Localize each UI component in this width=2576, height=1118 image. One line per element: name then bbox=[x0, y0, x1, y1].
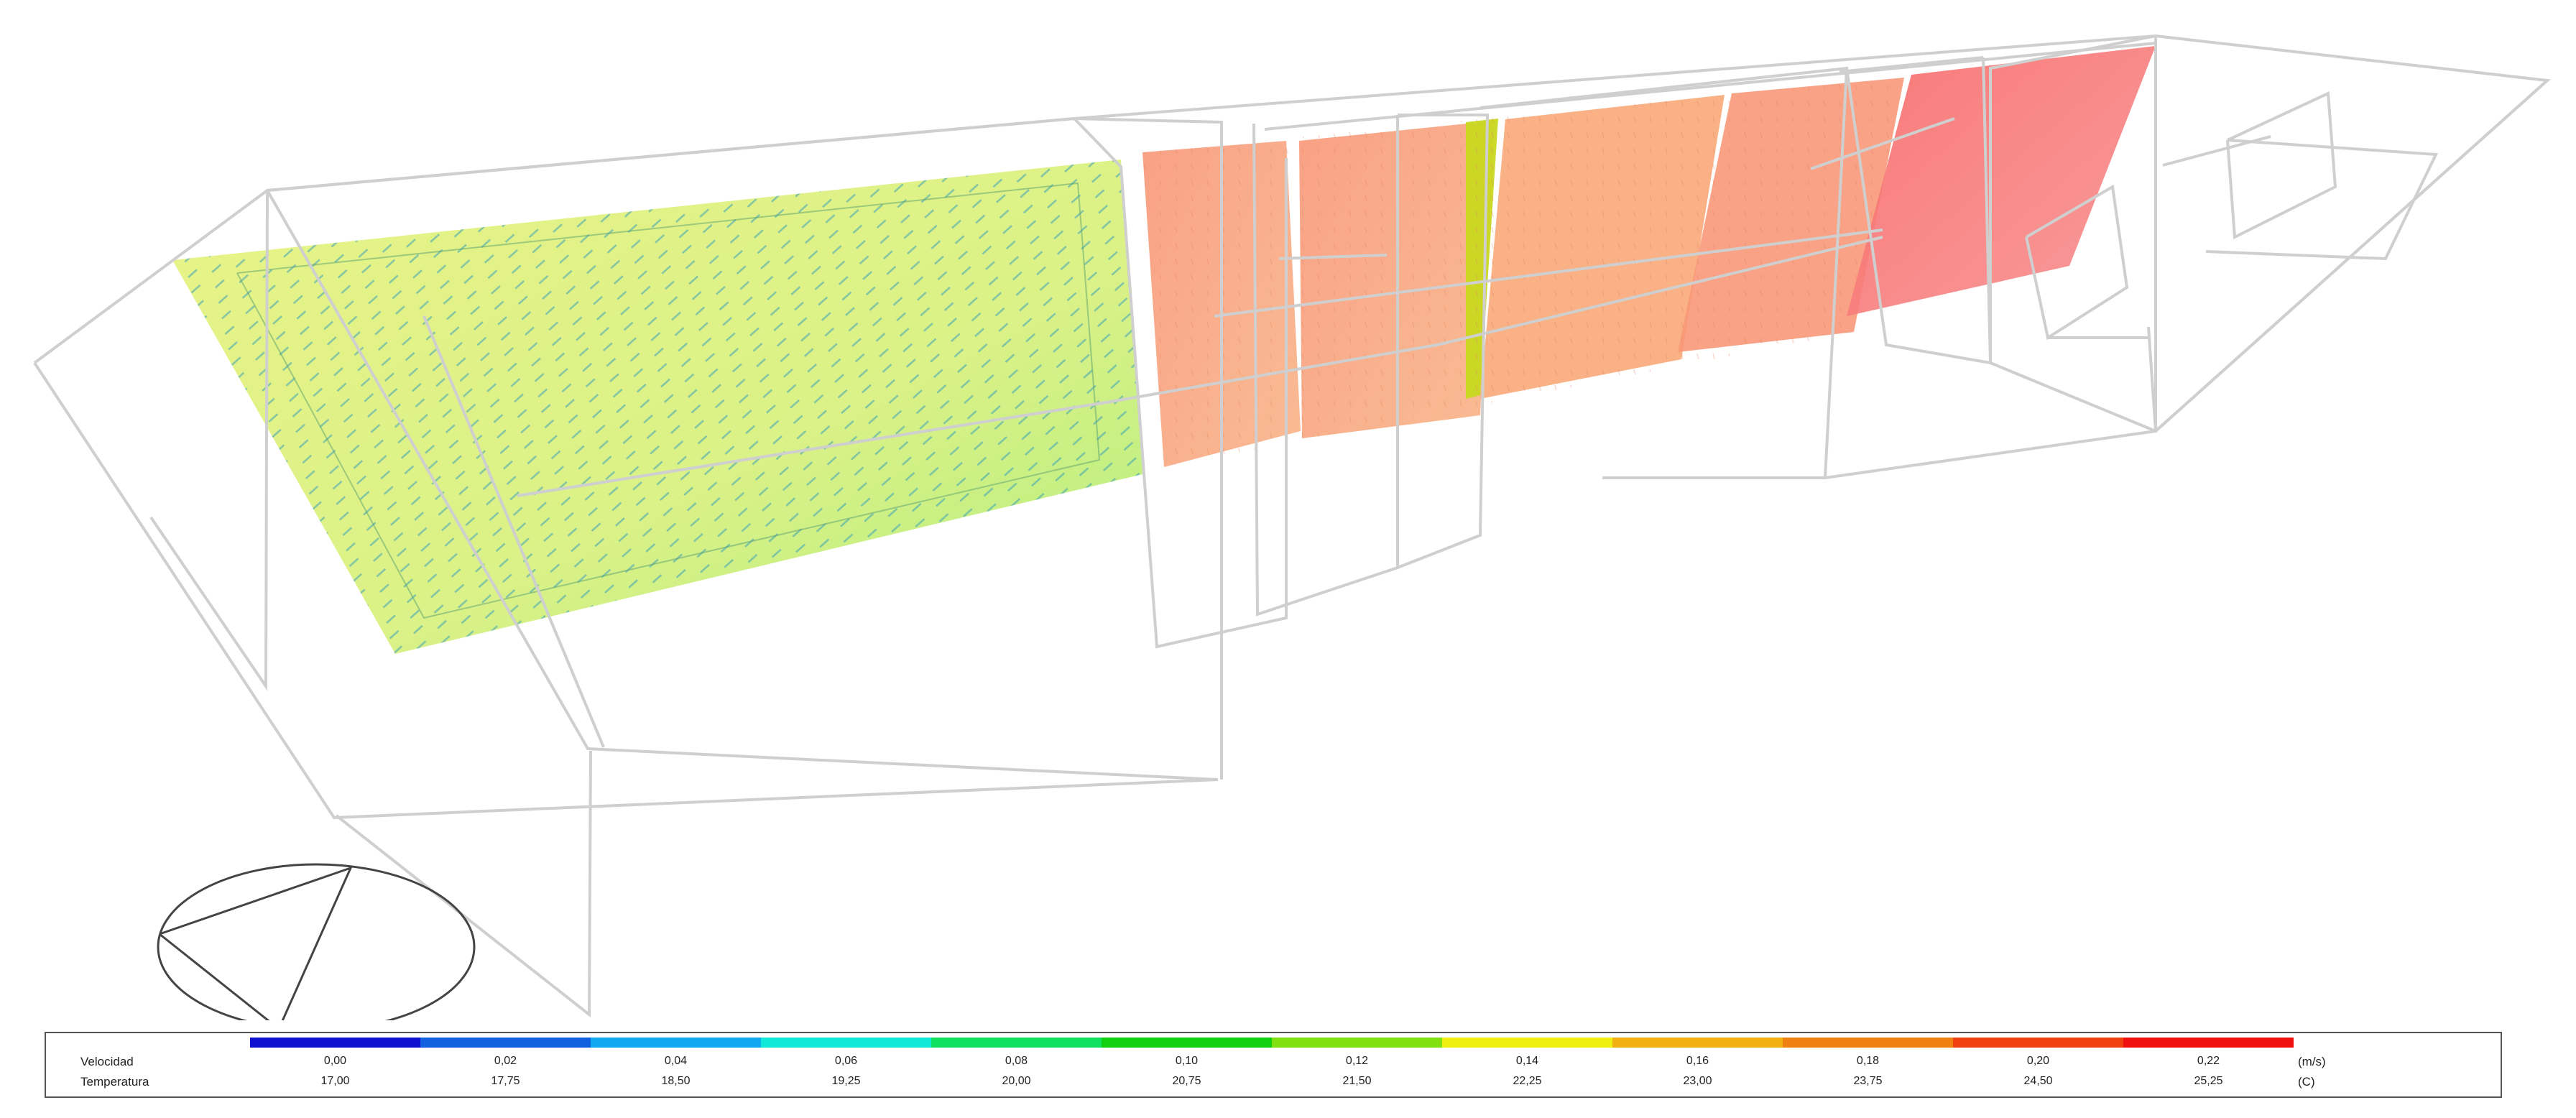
color-swatch bbox=[1783, 1038, 1953, 1048]
velocity-tick-label: 0,18 bbox=[1856, 1055, 1880, 1067]
velocity-tick-label: 0,06 bbox=[834, 1055, 858, 1067]
temperature-tick-label: 23,75 bbox=[1853, 1075, 1883, 1087]
color-swatch bbox=[591, 1038, 761, 1048]
temperature-tick-label: 18,50 bbox=[661, 1075, 691, 1087]
temperature-unit: (C) bbox=[2298, 1075, 2315, 1089]
color-swatch bbox=[1612, 1038, 1783, 1048]
temperature-label: Temperatura bbox=[80, 1075, 149, 1089]
color-legend: Velocidad Temperatura (m/s) (C) 0,00 0,02… bbox=[45, 1032, 2502, 1098]
color-swatch bbox=[420, 1038, 591, 1048]
temperature-tick-label: 23,00 bbox=[1683, 1075, 1712, 1087]
velocity-tick-label: 0,22 bbox=[2197, 1055, 2220, 1067]
building-cfd-view[interactable] bbox=[0, 0, 2576, 1020]
color-swatch bbox=[1272, 1038, 1442, 1048]
temperature-tick-label: 25,25 bbox=[2194, 1075, 2223, 1087]
temperature-plane-cold bbox=[172, 160, 1142, 654]
temperature-tick-label: 24,50 bbox=[2023, 1075, 2053, 1087]
velocity-tick-label: 0,00 bbox=[323, 1055, 347, 1067]
velocity-tick-label: 0,12 bbox=[1345, 1055, 1369, 1067]
color-swatch bbox=[761, 1038, 931, 1048]
velocity-tick-label: 0,02 bbox=[494, 1055, 517, 1067]
temperature-tick-label: 21,50 bbox=[1342, 1075, 1372, 1087]
color-swatch bbox=[1953, 1038, 2123, 1048]
velocity-tick-label: 0,14 bbox=[1515, 1055, 1539, 1067]
color-scale-bar bbox=[250, 1038, 2294, 1048]
velocity-tick-label: 0,08 bbox=[1005, 1055, 1028, 1067]
temperature-tick-label: 19,25 bbox=[831, 1075, 861, 1087]
temperature-tick-label: 22,25 bbox=[1513, 1075, 1542, 1087]
velocity-tick-label: 0,04 bbox=[664, 1055, 688, 1067]
velocity-label: Velocidad bbox=[80, 1055, 134, 1068]
temperature-tick-label: 17,00 bbox=[320, 1075, 350, 1087]
color-swatch bbox=[2123, 1038, 2294, 1048]
color-swatch bbox=[1102, 1038, 1272, 1048]
velocity-tick-label: 0,10 bbox=[1175, 1055, 1199, 1067]
temperature-tick-label: 20,75 bbox=[1172, 1075, 1201, 1087]
color-swatch bbox=[931, 1038, 1102, 1048]
orientation-compass[interactable] bbox=[157, 863, 476, 1020]
velocity-tick-label: 0,16 bbox=[1686, 1055, 1709, 1067]
color-swatch bbox=[1442, 1038, 1612, 1048]
velocity-tick-label: 0,20 bbox=[2026, 1055, 2050, 1067]
velocity-unit: (m/s) bbox=[2298, 1055, 2326, 1068]
temperature-tick-label: 20,00 bbox=[1002, 1075, 1031, 1087]
color-swatch bbox=[250, 1038, 420, 1048]
temperature-tick-label: 17,75 bbox=[491, 1075, 520, 1087]
